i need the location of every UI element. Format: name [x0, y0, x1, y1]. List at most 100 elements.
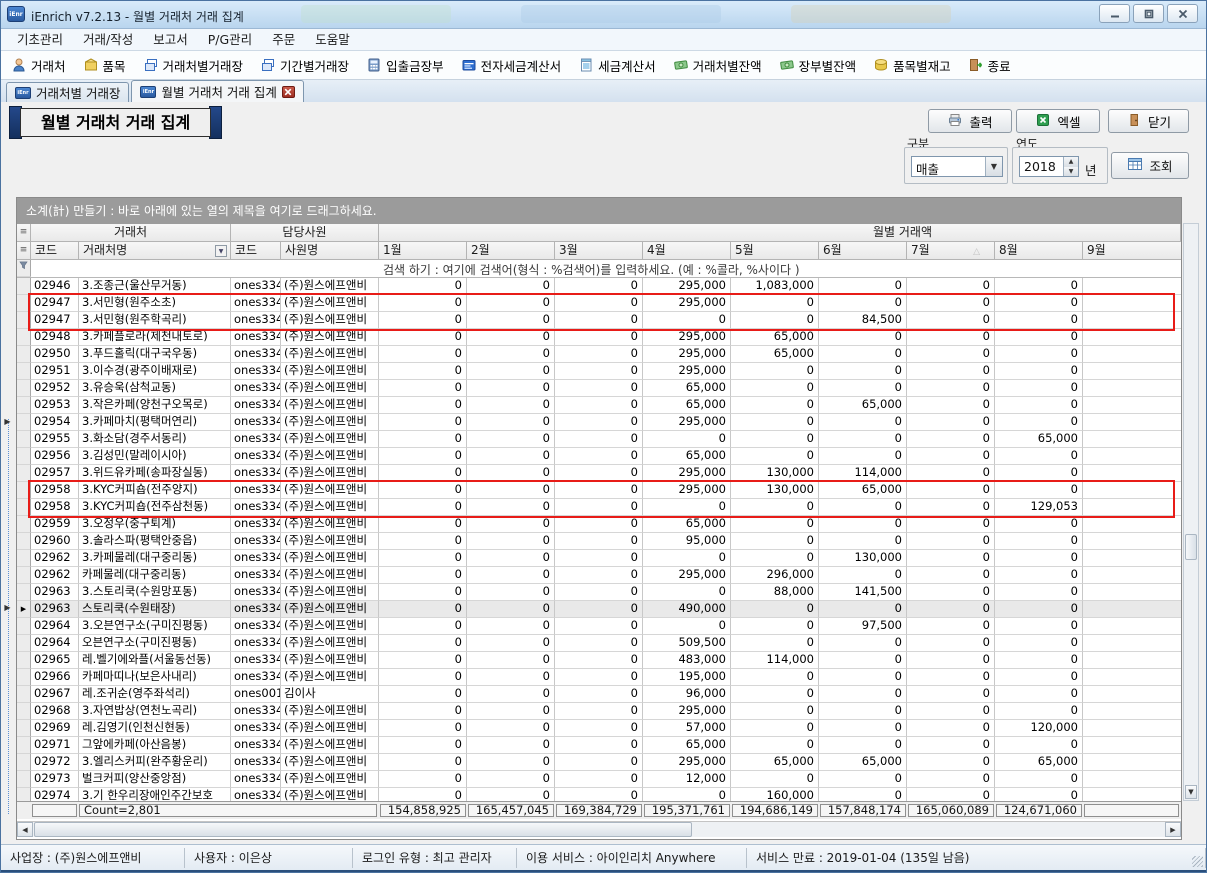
- table-row[interactable]: 029513.이수경(광주이배재로)ones334(주)원스에프앤비000295…: [17, 363, 1181, 380]
- table-row[interactable]: 029483.카페플로라(제천내토로)ones334(주)원스에프앤비00029…: [17, 329, 1181, 346]
- group-by-hint-band[interactable]: 소계(計) 만들기 : 바로 아래에 있는 열의 제목을 여기로 드래그하세요.: [17, 198, 1181, 224]
- month-column-header-6[interactable]: 6월: [819, 242, 907, 260]
- table-row[interactable]: 029633.스토리쿡(수원망포동)ones334(주)원스에프앤비000088…: [17, 584, 1181, 601]
- month-column-header-9[interactable]: 9월: [1083, 242, 1181, 260]
- table-row[interactable]: 029743.기 한우리장애인주간보호ones334(주)원스에프앤비00001…: [17, 788, 1181, 801]
- month-column-header-4[interactable]: 4월: [643, 242, 731, 260]
- gubun-select[interactable]: 매출 ▼: [911, 156, 1003, 177]
- cell-month-5: 65,000: [731, 754, 819, 771]
- search-filter-row[interactable]: 검색 하기 : 여기에 검색어(형식 : %검색어)를 입력하세요. (예 : …: [17, 260, 1181, 278]
- spin-up-icon[interactable]: ▲: [1064, 157, 1078, 167]
- cell-month-2: 0: [467, 652, 555, 669]
- splitter-expand-icon[interactable]: ▶: [1, 414, 14, 429]
- month-column-header-7[interactable]: 7월△: [907, 242, 995, 260]
- cell-month-6: 141,500: [819, 584, 907, 601]
- vertical-scroll-thumb[interactable]: [1185, 534, 1197, 560]
- table-row[interactable]: 02965레.벨기에와플(서울동선동)ones334(주)원스에프앤비00048…: [17, 652, 1181, 669]
- column-header-emp-name[interactable]: 사원명: [281, 242, 379, 260]
- menu-item-1[interactable]: 거래/작성: [73, 29, 143, 50]
- toolbar-exit[interactable]: 종료: [968, 56, 1011, 75]
- month-column-header-1[interactable]: 1월: [379, 242, 467, 260]
- table-row[interactable]: 029593.오정우(중구퇴계)ones334(주)원스에프앤비00065,00…: [17, 516, 1181, 533]
- toolbar-customer-ledger[interactable]: 거래처별거래장: [143, 56, 244, 75]
- table-row[interactable]: 02973벌크커피(양산중앙점)ones334(주)원스에프앤비00012,00…: [17, 771, 1181, 788]
- cell-month-8: 65,000: [995, 754, 1083, 771]
- close-button[interactable]: [1167, 4, 1198, 23]
- cell-month-3: 0: [555, 499, 643, 516]
- toolbar-item-stock[interactable]: 품목별재고: [873, 56, 951, 75]
- menu-item-5[interactable]: 도움말: [305, 29, 360, 50]
- row-indicator: [17, 465, 31, 482]
- table-row[interactable]: 029533.작은카페(양천구오목로)ones334(주)원스에프앤비00065…: [17, 397, 1181, 414]
- toolbar-period-ledger[interactable]: 기간별거래장: [260, 56, 349, 75]
- print-button[interactable]: 출력: [928, 109, 1012, 133]
- tab-close-icon[interactable]: [282, 86, 295, 98]
- row-indicator: [17, 516, 31, 533]
- menu-item-0[interactable]: 기초관리: [7, 29, 73, 50]
- menu-item-3[interactable]: P/G관리: [198, 29, 262, 50]
- query-button[interactable]: 조회: [1111, 152, 1189, 179]
- menu-item-2[interactable]: 보고서: [143, 29, 198, 50]
- table-row[interactable]: 029603.솔라스파(평택안중읍)ones334(주)원스에프앤비00095,…: [17, 533, 1181, 550]
- menu-item-4[interactable]: 주문: [262, 29, 305, 50]
- column-header-emp-code[interactable]: 코드: [231, 242, 281, 260]
- toolbar-tax-invoice[interactable]: 세금계산서: [578, 56, 656, 75]
- year-spinner[interactable]: 2018 ▲ ▼: [1019, 156, 1079, 177]
- month-column-header-3[interactable]: 3월: [555, 242, 643, 260]
- pane-splitter[interactable]: [8, 419, 9, 814]
- toolbar-ledger-balance[interactable]: 장부별잔액: [779, 56, 857, 75]
- table-row[interactable]: 02962카페물레(대구중리동)ones334(주)원스에프앤비000295,0…: [17, 567, 1181, 584]
- cell-month-2: 0: [467, 567, 555, 584]
- cell-month-3: 0: [555, 448, 643, 465]
- month-column-header-8[interactable]: 8월: [995, 242, 1083, 260]
- cell-month-5: 0: [731, 550, 819, 567]
- table-row[interactable]: 029723.엘리스커피(완주황운리)ones334(주)원스에프앤비00029…: [17, 754, 1181, 771]
- toolbar-e-tax-invoice[interactable]: 전자세금계산서: [461, 56, 562, 75]
- table-row[interactable]: 029583.KYC커피숍(전주삼천동)ones334(주)원스에프앤비0000…: [17, 499, 1181, 516]
- table-row[interactable]: 02969레.김영기(인천신현동)ones334(주)원스에프앤비00057,0…: [17, 720, 1181, 737]
- table-row[interactable]: 029473.서민형(원주학곡리)ones334(주)원스에프앤비0000084…: [17, 312, 1181, 329]
- toolbar-cash-book[interactable]: 입출금장부: [366, 56, 444, 75]
- row-indicator: [17, 482, 31, 499]
- close-page-button[interactable]: 닫기: [1108, 109, 1189, 133]
- table-row[interactable]: 029553.화소담(경주서동리)ones334(주)원스에프앤비0000000…: [17, 431, 1181, 448]
- table-row[interactable]: 02971그앞에카페(아산음봉)ones334(주)원스에프앤비00065,00…: [17, 737, 1181, 754]
- table-row[interactable]: 029463.조종근(울산무거동)ones334(주)원스에프앤비000295,…: [17, 278, 1181, 295]
- table-row[interactable]: 029643.오븐연구소(구미진평동)ones334(주)원스에프앤비00000…: [17, 618, 1181, 635]
- table-row[interactable]: 02967레.조귀순(영주좌석리)ones001김이사00096,0000000: [17, 686, 1181, 703]
- horizontal-scrollbar[interactable]: ◀ ▶: [17, 821, 1181, 837]
- scroll-left-icon[interactable]: ◀: [17, 822, 33, 837]
- minimize-button[interactable]: [1099, 4, 1130, 23]
- maximize-button[interactable]: [1133, 4, 1164, 23]
- table-row[interactable]: 029683.자연밥상(연천노곡리)ones334(주)원스에프앤비000295…: [17, 703, 1181, 720]
- table-row[interactable]: 029583.KYC커피숍(전주양지)ones334(주)원스에프앤비00029…: [17, 482, 1181, 499]
- table-row[interactable]: 02966카페마띠나(보은사내리)ones334(주)원스에프앤비000195,…: [17, 669, 1181, 686]
- horizontal-scroll-thumb[interactable]: [34, 822, 692, 837]
- table-row[interactable]: 029563.김성민(말레이시아)ones334(주)원스에프앤비00065,0…: [17, 448, 1181, 465]
- toolbar-items[interactable]: 품목: [83, 56, 126, 75]
- excel-button[interactable]: 엑셀: [1016, 109, 1100, 133]
- scroll-right-icon[interactable]: ▶: [1165, 822, 1181, 837]
- column-header-code[interactable]: 코드: [31, 242, 79, 260]
- table-row[interactable]: 029543.카페마치(평택머연리)ones334(주)원스에프앤비000295…: [17, 414, 1181, 431]
- toolbar-customers[interactable]: 거래처: [11, 56, 66, 75]
- table-row[interactable]: 029473.서민형(원주소초)ones334(주)원스에프앤비000295,0…: [17, 295, 1181, 312]
- table-row[interactable]: 02964오븐연구소(구미진평동)ones334(주)원스에프앤비000509,…: [17, 635, 1181, 652]
- tab-0[interactable]: iEnr거래처별 거래장: [6, 82, 129, 102]
- month-column-header-5[interactable]: 5월: [731, 242, 819, 260]
- table-row[interactable]: 029523.유승욱(삼척교동)ones334(주)원스에프앤비00065,00…: [17, 380, 1181, 397]
- splitter-expand-icon[interactable]: ▶: [1, 600, 14, 615]
- table-row[interactable]: 029623.카페물레(대구중리동)ones334(주)원스에프앤비000001…: [17, 550, 1181, 567]
- table-row[interactable]: ▶02963스토리쿡(수원태장)ones334(주)원스에프앤비000490,0…: [17, 601, 1181, 618]
- vertical-scrollbar[interactable]: ▼: [1183, 223, 1199, 801]
- spin-down-icon[interactable]: ▼: [1064, 167, 1078, 177]
- column-header-customer-name[interactable]: 거래처명 ▼: [79, 242, 231, 260]
- toolbar-customer-balance[interactable]: 거래처별잔액: [673, 56, 762, 75]
- scroll-down-icon[interactable]: ▼: [1185, 785, 1197, 799]
- table-row[interactable]: 029573.위드유카페(송파장실동)ones334(주)원스에프앤비00029…: [17, 465, 1181, 482]
- table-row[interactable]: 029503.푸드홀릭(대구국우동)ones334(주)원스에프앤비000295…: [17, 346, 1181, 363]
- tab-1[interactable]: iEnr월별 거래처 거래 집계: [131, 80, 303, 102]
- chevron-down-icon[interactable]: ▼: [985, 157, 1002, 176]
- month-column-header-2[interactable]: 2월: [467, 242, 555, 260]
- column-filter-icon[interactable]: ▼: [215, 245, 227, 257]
